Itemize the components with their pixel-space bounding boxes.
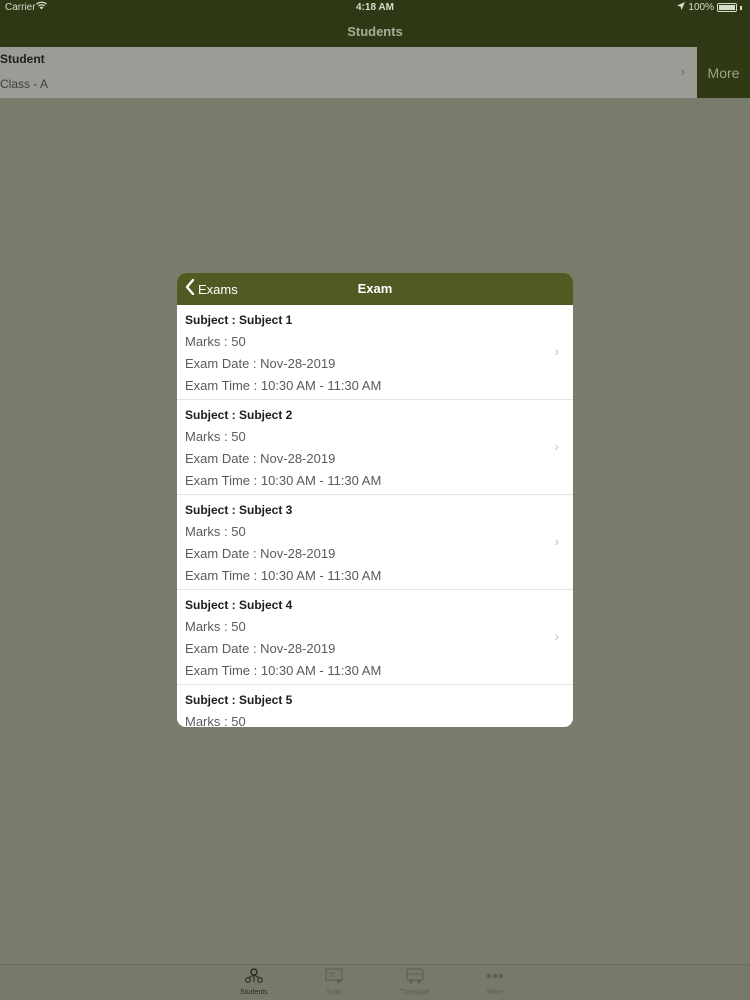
- exam-time: Exam Time : 10:30 AM - 11:30 AM: [185, 663, 382, 678]
- battery-percent: 100%: [688, 2, 714, 13]
- exam-marks: Marks : 50: [185, 334, 246, 349]
- exam-subject: Subject : Subject 5: [185, 693, 293, 707]
- battery-cap: [740, 5, 742, 10]
- chevron-right-icon: ›: [680, 64, 685, 79]
- exam-list-item[interactable]: Subject : Subject 3 Marks : 50 Exam Date…: [177, 495, 573, 590]
- tab-tutor[interactable]: Tutor: [304, 965, 364, 1000]
- tab-students[interactable]: Students: [224, 965, 284, 1000]
- students-icon: [224, 967, 284, 989]
- student-row[interactable]: Student Class - A ›: [0, 47, 697, 98]
- exam-date: Exam Date : Nov-28-2019: [185, 546, 336, 561]
- tab-label: Tutor: [325, 989, 343, 996]
- back-label: Exams: [198, 281, 238, 297]
- exam-subject: Subject : Subject 3: [185, 503, 293, 517]
- exam-list[interactable]: Subject : Subject 1 Marks : 50 Exam Date…: [177, 305, 573, 727]
- exam-date: Exam Date : Nov-28-2019: [185, 356, 336, 371]
- chevron-right-icon: ›: [554, 343, 559, 359]
- popover-header: Exam Exams: [177, 273, 573, 305]
- exam-popover: Exam Exams Subject : Subject 1 Marks : 5…: [177, 273, 573, 727]
- exam-marks: Marks : 50: [185, 714, 246, 727]
- exam-marks: Marks : 50: [185, 619, 246, 634]
- navigation-bar: Carrier 4:18 AM 100% Students: [0, 0, 750, 47]
- exam-date: Exam Date : Nov-28-2019: [185, 641, 336, 656]
- exam-subject: Subject : Subject 1: [185, 313, 293, 327]
- tab-label: Transport: [400, 989, 430, 996]
- exam-list-item[interactable]: Subject : Subject 2 Marks : 50 Exam Date…: [177, 400, 573, 495]
- exam-date: Exam Date : Nov-28-2019: [185, 451, 336, 466]
- more-button[interactable]: More: [697, 47, 750, 98]
- page-title: Students: [347, 24, 403, 39]
- exam-subject: Subject : Subject 2: [185, 408, 293, 422]
- chevron-right-icon: ›: [554, 438, 559, 454]
- more-dots-icon: [465, 967, 525, 989]
- back-button[interactable]: Exams: [185, 273, 238, 305]
- exam-list-item[interactable]: Subject : Subject 5 Marks : 50: [177, 685, 573, 727]
- tab-transport[interactable]: Transport: [385, 965, 445, 1000]
- student-class: Class - A: [0, 77, 49, 91]
- tab-label: More: [487, 989, 503, 996]
- student-name: Student: [0, 52, 45, 66]
- tab-label: Students: [240, 989, 268, 996]
- exam-marks: Marks : 50: [185, 429, 246, 444]
- battery-icon: [717, 3, 737, 12]
- exam-time: Exam Time : 10:30 AM - 11:30 AM: [185, 473, 382, 488]
- status-bar: Carrier 4:18 AM 100%: [0, 0, 750, 16]
- exam-marks: Marks : 50: [185, 524, 246, 539]
- transport-icon: [385, 967, 445, 989]
- tab-bar: Students Tutor Transport More: [0, 964, 750, 1000]
- chevron-right-icon: ›: [554, 628, 559, 644]
- chevron-left-icon: [185, 278, 195, 299]
- chevron-right-icon: ›: [554, 533, 559, 549]
- exam-list-item[interactable]: Subject : Subject 1 Marks : 50 Exam Date…: [177, 305, 573, 400]
- tutor-icon: [304, 967, 364, 989]
- tab-more[interactable]: More: [465, 965, 525, 1000]
- location-arrow-icon: [677, 2, 686, 13]
- exam-time: Exam Time : 10:30 AM - 11:30 AM: [185, 378, 382, 393]
- exam-time: Exam Time : 10:30 AM - 11:30 AM: [185, 568, 382, 583]
- exam-list-item[interactable]: Subject : Subject 4 Marks : 50 Exam Date…: [177, 590, 573, 685]
- status-time: 4:18 AM: [356, 2, 394, 13]
- exam-subject: Subject : Subject 4: [185, 598, 293, 612]
